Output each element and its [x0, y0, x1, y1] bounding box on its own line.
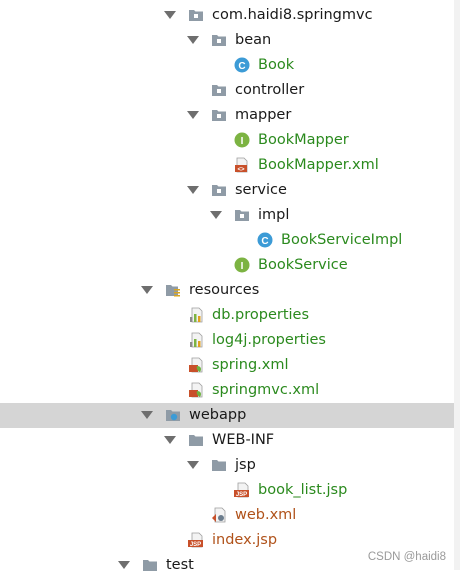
- tree-item-book-class[interactable]: C Book: [0, 53, 460, 78]
- tree-item-controller[interactable]: controller: [0, 78, 460, 103]
- tree-item-service[interactable]: service: [0, 178, 460, 203]
- tree-item-db-properties[interactable]: db.properties: [0, 303, 460, 328]
- tree-item-label: webapp: [189, 407, 247, 423]
- tree-item-label: jsp: [235, 457, 256, 473]
- spring-xml-icon: [189, 382, 203, 398]
- tree-item-label: BookMapper: [258, 132, 349, 148]
- interface-icon: I: [234, 257, 250, 273]
- tree-item-bean[interactable]: bean: [0, 28, 460, 53]
- tree-item-book-mapper[interactable]: I BookMapper: [0, 128, 460, 153]
- tree-item-label: log4j.properties: [212, 332, 326, 348]
- tree-item-label: resources: [189, 282, 260, 298]
- tree-item-label: BookMapper.xml: [258, 157, 379, 173]
- svg-text:C: C: [261, 236, 268, 247]
- expand-arrow-icon[interactable]: [164, 11, 176, 19]
- svg-text:JSP: JSP: [236, 492, 247, 498]
- properties-file-icon: [190, 332, 203, 348]
- tree-item-package[interactable]: com.haidi8.springmvc: [0, 3, 460, 28]
- tree-item-label: BookServiceImpl: [281, 232, 403, 248]
- tree-item-label: WEB-INF: [212, 432, 275, 448]
- expand-arrow-icon[interactable]: [118, 561, 130, 569]
- tree-item-label: web.xml: [235, 507, 297, 523]
- tree-item-webapp[interactable]: webapp: [0, 403, 460, 428]
- tree-item-log4j-properties[interactable]: log4j.properties: [0, 328, 460, 353]
- jsp-file-icon: JSP: [234, 482, 249, 498]
- tree-item-springmvc-xml[interactable]: springmvc.xml: [0, 378, 460, 403]
- tree-item-web-inf[interactable]: WEB-INF: [0, 428, 460, 453]
- expand-arrow-icon[interactable]: [210, 211, 222, 219]
- spring-xml-icon: [189, 357, 203, 373]
- expand-arrow-icon[interactable]: [187, 36, 199, 44]
- properties-file-icon: [190, 307, 203, 323]
- tree-item-label: impl: [258, 207, 290, 223]
- package-folder-icon: [189, 10, 203, 21]
- svg-text:JSP: JSP: [190, 542, 201, 548]
- tree-item-label: controller: [235, 82, 305, 98]
- package-folder-icon: [212, 35, 226, 46]
- expand-arrow-icon[interactable]: [164, 436, 176, 444]
- svg-text:C: C: [238, 61, 245, 72]
- svg-text:<>: <>: [237, 167, 245, 173]
- package-folder-icon: [212, 185, 226, 196]
- tree-item-label: index.jsp: [212, 532, 278, 548]
- tree-item-jsp-folder[interactable]: jsp: [0, 453, 460, 478]
- tree-item-book-service[interactable]: I BookService: [0, 253, 460, 278]
- tree-item-label: spring.xml: [212, 357, 289, 373]
- tree-item-label: book_list.jsp: [258, 482, 348, 498]
- tree-item-book-service-impl[interactable]: C BookServiceImpl: [0, 228, 460, 253]
- tree-item-impl[interactable]: impl: [0, 203, 460, 228]
- tree-item-label: com.haidi8.springmvc: [212, 7, 373, 23]
- tree-item-label: Book: [258, 57, 295, 73]
- resources-folder-icon: [166, 285, 180, 297]
- tree-item-label: test: [166, 557, 194, 573]
- expand-arrow-icon[interactable]: [187, 111, 199, 119]
- tree-item-label: bean: [235, 32, 272, 48]
- web-folder-icon: [166, 410, 180, 421]
- tree-item-label: mapper: [235, 107, 292, 123]
- folder-icon: [212, 460, 226, 471]
- package-folder-icon: [212, 110, 226, 121]
- xml-file-icon: <>: [235, 157, 248, 173]
- class-icon: C: [257, 232, 273, 248]
- folder-icon: [189, 435, 203, 446]
- folder-icon: [143, 560, 157, 571]
- tree-item-book-mapper-xml[interactable]: <> BookMapper.xml: [0, 153, 460, 178]
- package-folder-icon: [235, 210, 249, 221]
- tree-item-label: BookService: [258, 257, 348, 273]
- tree-item-label: service: [235, 182, 287, 198]
- tree-item-index-jsp[interactable]: JSP index.jsp: [0, 528, 460, 553]
- tree-item-book-list-jsp[interactable]: JSP book_list.jsp: [0, 478, 460, 503]
- package-folder-icon: [212, 85, 226, 96]
- interface-icon: I: [234, 132, 250, 148]
- watermark: CSDN @haidi8: [367, 551, 446, 563]
- expand-arrow-icon[interactable]: [141, 411, 153, 419]
- expand-arrow-icon[interactable]: [187, 461, 199, 469]
- tree-item-web-xml[interactable]: web.xml: [0, 503, 460, 528]
- expand-arrow-icon[interactable]: [187, 186, 199, 194]
- web-xml-icon: [212, 507, 226, 523]
- class-icon: C: [234, 57, 250, 73]
- tree-item-label: db.properties: [212, 307, 310, 323]
- tree-item-spring-xml[interactable]: spring.xml: [0, 353, 460, 378]
- vertical-scrollbar[interactable]: [454, 0, 460, 570]
- tree-item-resources[interactable]: resources: [0, 278, 460, 303]
- jsp-file-icon: JSP: [188, 532, 203, 548]
- svg-text:I: I: [241, 261, 244, 272]
- tree-item-mapper[interactable]: mapper: [0, 103, 460, 128]
- tree-item-label: springmvc.xml: [212, 382, 320, 398]
- svg-text:I: I: [241, 136, 244, 147]
- expand-arrow-icon[interactable]: [141, 286, 153, 294]
